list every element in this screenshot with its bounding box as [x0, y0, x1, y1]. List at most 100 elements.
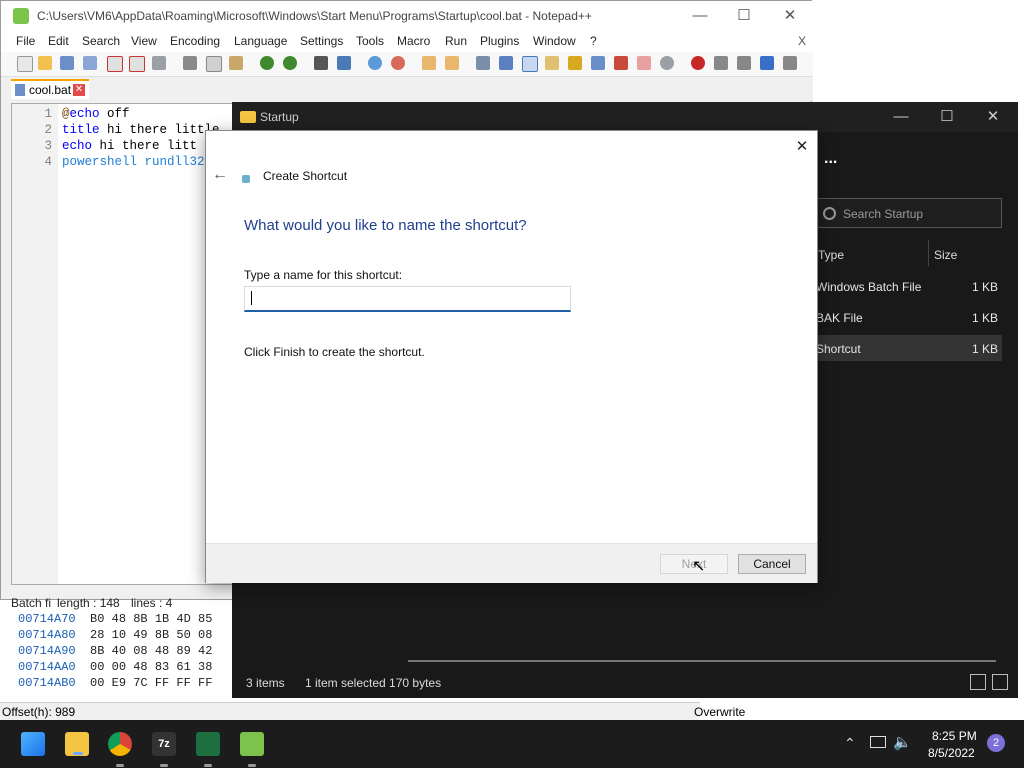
hex-editor-panel[interactable]: 00714A70 B0 48 8B 1B 4D 85 00714A80 28 1… — [0, 612, 238, 696]
show-all-chars-icon[interactable] — [499, 56, 513, 70]
tab-cool-bat[interactable]: cool.bat ✕ — [11, 79, 89, 99]
print-icon[interactable] — [152, 56, 166, 70]
monitoring-icon[interactable] — [637, 56, 651, 70]
close-icon[interactable]: ✕ — [767, 1, 813, 31]
zoom-out-icon[interactable] — [391, 56, 405, 70]
open-file-icon[interactable] — [38, 56, 52, 70]
minimize-icon[interactable]: — — [677, 1, 723, 31]
menu-run[interactable]: Run — [445, 34, 467, 48]
clock-date[interactable]: 8/5/2022 — [928, 746, 975, 760]
menu-file[interactable]: File — [16, 34, 35, 48]
redo-icon[interactable] — [283, 56, 297, 70]
indent-guide-icon[interactable] — [522, 56, 538, 72]
explorer-search-input[interactable]: Search Startup — [816, 198, 1002, 228]
more-options-icon[interactable]: ... — [824, 150, 837, 168]
replace-icon[interactable] — [337, 56, 351, 70]
explorer-titlebar[interactable]: Startup — ☐ ✕ — [232, 102, 1018, 132]
notepadpp-icon — [13, 8, 29, 24]
column-header-type[interactable]: Type — [818, 248, 844, 262]
udl-icon[interactable] — [545, 56, 559, 70]
close-tab-icon[interactable]: ✕ — [73, 84, 85, 96]
folder-workspace-icon[interactable] — [614, 56, 628, 70]
word-wrap-icon[interactable] — [476, 56, 490, 70]
record-macro-icon[interactable] — [691, 56, 705, 70]
minimize-icon[interactable]: — — [878, 102, 924, 132]
save-icon[interactable] — [60, 56, 74, 70]
close-icon[interactable]: ✕ — [970, 102, 1016, 132]
sync-horizontal-icon[interactable] — [445, 56, 459, 70]
file-size: 1 KB — [971, 342, 998, 356]
zoom-in-icon[interactable] — [368, 56, 382, 70]
excel-icon[interactable] — [196, 732, 220, 767]
menu-tools[interactable]: Tools — [356, 34, 384, 48]
menu-window[interactable]: Window — [533, 34, 576, 48]
horizontal-scrollbar[interactable] — [408, 660, 996, 662]
hex-offset: Offset(h): 989 — [2, 705, 76, 719]
undo-icon[interactable] — [260, 56, 274, 70]
sync-vertical-icon[interactable] — [422, 56, 436, 70]
menu-edit[interactable]: Edit — [48, 34, 69, 48]
menu-view[interactable]: View — [131, 34, 157, 48]
chevron-up-icon[interactable]: ⌃ — [844, 735, 856, 752]
function-list-icon[interactable] — [591, 56, 605, 70]
menu-close-document[interactable]: X — [798, 34, 806, 48]
file-row[interactable]: Windows Batch File 1 KB — [816, 273, 1002, 299]
run-macro-multiple-icon[interactable] — [760, 56, 774, 70]
details-view-icon[interactable] — [970, 674, 986, 690]
network-icon[interactable] — [870, 736, 886, 748]
menu-plugins[interactable]: Plugins — [480, 34, 519, 48]
menu-search[interactable]: Search — [82, 34, 120, 48]
file-row[interactable]: BAK File 1 KB — [816, 304, 1002, 330]
hex-row: 00714AA0 00 00 48 83 61 38 — [18, 660, 212, 674]
close-file-icon[interactable] — [107, 56, 123, 72]
document-map-icon[interactable] — [568, 56, 582, 70]
save-macro-icon[interactable] — [783, 56, 797, 70]
play-macro-icon[interactable] — [737, 56, 751, 70]
stop-macro-icon[interactable] — [714, 56, 728, 70]
notification-badge[interactable]: 2 — [987, 734, 1005, 752]
cancel-button[interactable]: Cancel — [738, 554, 806, 574]
file-type: Windows Batch File — [816, 280, 922, 294]
file-icon — [15, 84, 25, 96]
cut-icon[interactable] — [183, 56, 197, 70]
line-number: 3 — [44, 139, 52, 153]
notepadpp-titlebar[interactable]: C:\Users\VM6\AppData\Roaming\Microsoft\W… — [1, 1, 813, 31]
view-icon[interactable] — [660, 56, 674, 70]
code-line: title hi there little — [62, 123, 220, 137]
menu-settings[interactable]: Settings — [300, 34, 343, 48]
clock-time[interactable]: 8:25 PM — [932, 729, 977, 743]
save-all-icon[interactable] — [83, 56, 97, 70]
maximize-icon[interactable]: ☐ — [924, 102, 970, 132]
notepadpp-statusbar: Batch fi length : 148 lines : 4 — [9, 593, 237, 613]
maximize-icon[interactable]: ☐ — [721, 1, 767, 31]
notepadpp-toolbar — [1, 52, 813, 77]
menu-language[interactable]: Language — [234, 34, 287, 48]
7zip-icon[interactable]: 7z — [152, 732, 176, 767]
tiles-view-icon[interactable] — [992, 674, 1008, 690]
file-type: Shortcut — [816, 342, 861, 356]
code-editor[interactable]: 1 2 3 4 @echo off title hi there little … — [11, 103, 233, 585]
close-icon[interactable]: ✕ — [790, 135, 814, 159]
menu-encoding[interactable]: Encoding — [170, 34, 220, 48]
find-icon[interactable] — [314, 56, 328, 70]
menu-help[interactable]: ? — [590, 34, 597, 48]
finish-hint: Click Finish to create the shortcut. — [244, 345, 425, 359]
search-icon — [823, 207, 836, 220]
notepadpp-icon[interactable] — [240, 732, 264, 767]
column-header-size[interactable]: Size — [934, 248, 957, 262]
back-arrow-icon[interactable]: ← — [212, 166, 232, 186]
close-all-icon[interactable] — [129, 56, 145, 72]
code-token: hi there little — [99, 123, 220, 137]
new-file-icon[interactable] — [17, 56, 33, 72]
chrome-icon[interactable] — [108, 732, 132, 767]
copy-icon[interactable] — [206, 56, 222, 72]
menu-macro[interactable]: Macro — [397, 34, 430, 48]
file-explorer-icon[interactable] — [65, 732, 89, 756]
volume-icon[interactable]: 🔈 — [893, 733, 912, 751]
tab-label: cool.bat — [29, 83, 72, 97]
start-button-icon[interactable] — [21, 732, 45, 756]
shortcut-name-input[interactable] — [244, 286, 571, 312]
paste-icon[interactable] — [229, 56, 243, 70]
hex-address: 00714A90 — [18, 644, 76, 658]
file-row-selected[interactable]: Shortcut 1 KB — [816, 335, 1002, 361]
